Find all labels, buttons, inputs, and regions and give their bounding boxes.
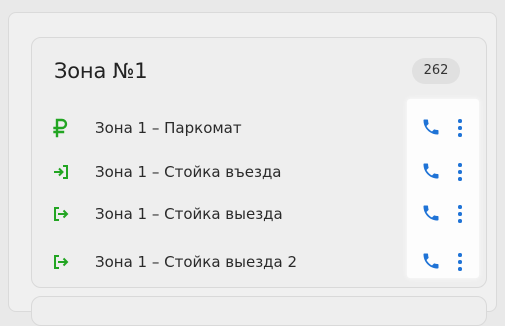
device-label: Зона 1 – Паркомат [95,119,242,137]
kebab-menu-icon[interactable] [454,252,466,272]
phone-icon[interactable] [421,117,441,137]
zone-count-badge: 262 [412,58,460,84]
device-row-parking-meter[interactable]: Зона 1 – Паркомат [52,117,412,141]
exit-icon [52,251,70,273]
phone-icon[interactable] [421,203,441,223]
device-row-exit-stand-2[interactable]: Зона 1 – Стойка выезда 2 [52,251,412,275]
device-label: Зона 1 – Стойка выезда 2 [95,253,298,271]
device-row-exit-stand[interactable]: Зона 1 – Стойка выезда [52,203,412,227]
device-label: Зона 1 – Стойка въезда [95,163,282,181]
entry-icon [52,161,70,183]
next-zone-card [31,296,487,326]
device-row-entry-stand[interactable]: Зона 1 – Стойка въезда [52,161,412,185]
actions-column [407,99,479,278]
zone-title: Зона №1 [54,59,148,83]
kebab-menu-icon[interactable] [454,118,466,138]
exit-icon [52,203,70,225]
ruble-icon [52,117,70,139]
device-label: Зона 1 – Стойка выезда [95,205,283,223]
phone-icon[interactable] [421,161,441,181]
kebab-menu-icon[interactable] [454,204,466,224]
kebab-menu-icon[interactable] [454,162,466,182]
phone-icon[interactable] [421,251,441,271]
